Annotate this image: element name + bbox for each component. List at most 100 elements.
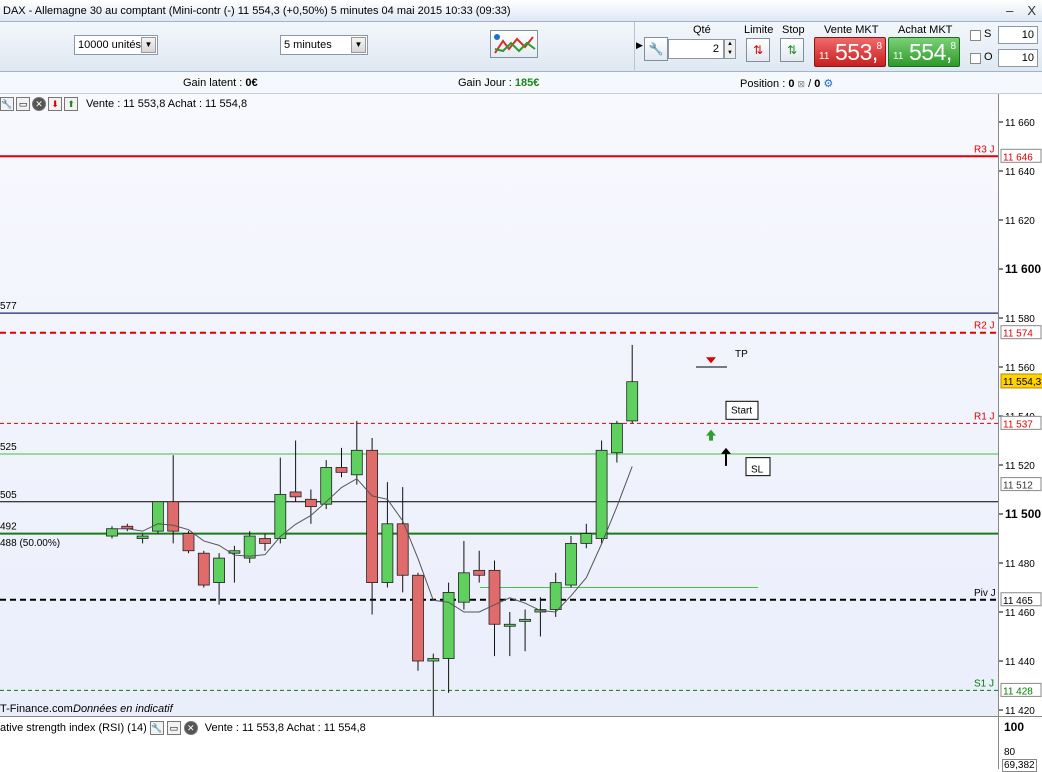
candle-body	[580, 533, 593, 544]
stop-label: Stop	[782, 24, 805, 36]
o-value-input[interactable]: 10	[998, 49, 1038, 67]
chevron-down-icon: ▼	[351, 37, 366, 53]
position-value: 0	[788, 78, 795, 90]
close-icon[interactable]: ✕	[183, 721, 198, 735]
day-label: Gain Jour :	[458, 77, 512, 89]
o-label: O	[984, 51, 993, 63]
start-label: Start	[731, 406, 752, 417]
candle-body	[335, 467, 348, 473]
tp-label: TP	[735, 349, 748, 360]
chevron-down-icon: ▼	[141, 37, 156, 53]
value-label: 11 512	[1003, 481, 1033, 492]
axis-tick-label: 11 640	[1005, 167, 1035, 178]
chart-quote: Vente : 11 553,8 Achat : 11 554,8	[86, 98, 248, 110]
close-icon[interactable]: ✕	[32, 97, 46, 111]
candle-body	[457, 572, 470, 603]
candle-body	[626, 381, 639, 422]
sell-price-main: 553,	[835, 39, 878, 65]
candle-body	[151, 501, 164, 532]
axis-tick-label: 11 420	[1005, 706, 1035, 716]
buy-price-sup: 8	[950, 41, 956, 52]
axis-tick-label: 11 440	[1005, 657, 1035, 668]
window-icon[interactable]: ▭	[166, 721, 181, 735]
candle-body	[213, 557, 226, 584]
axis-tick-label: 11 660	[1005, 118, 1035, 129]
period-select[interactable]: 5 minutes ▼	[280, 35, 368, 55]
stop-order-icon[interactable]: ⇅	[780, 38, 804, 62]
sl-label: SL	[751, 464, 764, 475]
buy-arrow-icon[interactable]: ⬆	[64, 97, 78, 111]
candle-body	[366, 449, 379, 583]
wrench-icon[interactable]: 🔧	[0, 97, 14, 111]
latent-label: Gain latent :	[183, 77, 243, 89]
candle-body	[473, 569, 486, 576]
minimize-button[interactable]: –	[1006, 3, 1013, 18]
level-name: R3 J	[974, 144, 995, 155]
level-value: 11 646	[1003, 152, 1033, 163]
axis-tick-label: 11 580	[1005, 314, 1035, 325]
s-value-input[interactable]: 10	[998, 26, 1038, 44]
sell-label: Vente MKT	[824, 24, 879, 36]
qty-input[interactable]: 2	[668, 39, 724, 59]
rsi-quote: Vente : 11 553,8 Achat : 11 554,8	[204, 722, 366, 734]
buy-price-main: 554,	[909, 39, 952, 65]
axis-tick-label: 11 520	[1005, 461, 1035, 472]
sell-mkt-button[interactable]: 11 553, 8	[814, 37, 886, 67]
candle-body	[304, 498, 317, 508]
axis-tick-label: 11 460	[1005, 608, 1035, 619]
candle-body	[243, 535, 256, 559]
level-name: Piv J	[974, 588, 996, 599]
level-name: R1 J	[974, 411, 995, 422]
o-checkbox[interactable]	[970, 53, 981, 64]
limit-order-icon[interactable]: ⇅	[746, 38, 770, 62]
rsi-tick-100: 100	[1004, 720, 1025, 734]
s-label: S	[984, 28, 992, 40]
candle-body	[182, 533, 195, 552]
axis-tick-label: 11 500	[1005, 507, 1041, 521]
sell-price-prefix: 11	[819, 51, 830, 62]
panel-arrow-icon[interactable]: ▶	[636, 40, 643, 51]
source-note: T-Finance.com	[0, 703, 73, 715]
wrench-icon[interactable]: 🔧	[149, 721, 164, 735]
s-checkbox[interactable]	[970, 30, 981, 41]
close-button[interactable]: X	[1027, 3, 1036, 18]
strategy-button[interactable]	[490, 30, 538, 58]
left-label: 488 (50.00%)	[0, 538, 60, 549]
axis-tick-label: 11 620	[1005, 216, 1035, 227]
left-label: 492	[0, 522, 17, 533]
position-label: Position :	[740, 78, 786, 90]
gears-icon[interactable]: ⚙	[823, 78, 833, 90]
candle-body	[197, 552, 210, 586]
buy-mkt-button[interactable]: 11 554, 8	[888, 37, 960, 67]
wrench-icon[interactable]: 🔧	[644, 37, 668, 61]
rsi-title: ative strength index (RSI) (14)	[0, 722, 147, 734]
qty-stepper[interactable]: ▲ ▼	[724, 39, 736, 59]
strategy-chart-icon	[494, 34, 536, 54]
candle-body	[595, 449, 608, 539]
window-icon[interactable]: ▭	[16, 97, 30, 111]
window-titlebar: DAX - Allemagne 30 au comptant (Mini-con…	[0, 0, 1042, 22]
sell-arrow-icon[interactable]: ⬇	[48, 97, 62, 111]
candle-body	[381, 523, 394, 583]
buy-price-prefix: 11	[893, 51, 904, 62]
latent-value: 0€	[245, 77, 258, 89]
level-value: 11 537	[1003, 419, 1033, 430]
close-position-icon[interactable]: ⊠	[798, 79, 806, 89]
chart-header: 🔧 ▭ ✕ ⬇ ⬆ Vente : 11 553,8 Achat : 11 55…	[0, 95, 247, 113]
left-label: 505	[0, 490, 17, 501]
rsi-panel: ative strength index (RSI) (14) 🔧 ▭ ✕ Ve…	[0, 716, 1042, 772]
period-value: 5 minutes	[284, 39, 332, 51]
level-value: 11 465	[1003, 596, 1033, 607]
candle-body	[106, 528, 118, 537]
day-gain: Gain Jour : 185€	[458, 77, 539, 89]
position-value2: 0	[814, 78, 821, 90]
candle-body	[259, 538, 271, 544]
level-name: R2 J	[974, 321, 995, 332]
order-panel: ▶ 🔧 Qté 2 ▲ ▼ Limite ⇅ Stop ⇅ Vente MKT 1…	[636, 22, 1042, 72]
lot-size-select[interactable]: 10000 unités ▼	[74, 35, 158, 55]
price-chart[interactable]: R3 J R2 J R1 J Piv J S1 J 577 525 505 492 488 (50…	[0, 94, 998, 728]
buy-label: Achat MKT	[898, 24, 953, 36]
candle-body	[136, 535, 149, 539]
price-axis: 11 660 11 640 11 620 11 600 11 580 11 560 11 5…	[998, 94, 1042, 717]
left-label: 525	[0, 442, 17, 453]
